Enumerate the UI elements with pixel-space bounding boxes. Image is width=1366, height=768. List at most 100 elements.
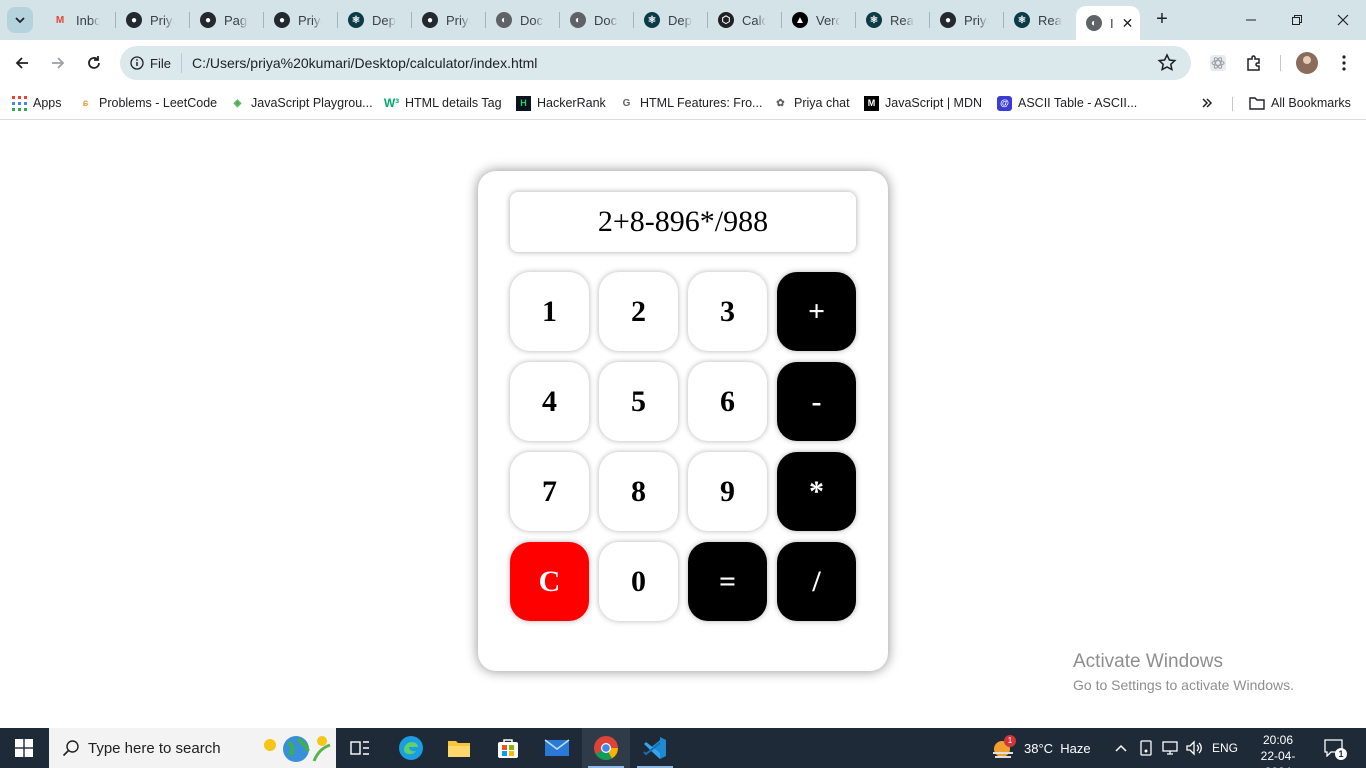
github-icon: ● bbox=[940, 12, 956, 28]
tab-10[interactable]: ▲ Vercel bbox=[782, 6, 854, 34]
taskbar-mail[interactable] bbox=[533, 728, 581, 768]
key-digit-8-button[interactable]: 8 bbox=[599, 452, 678, 531]
reload-button[interactable] bbox=[80, 49, 108, 77]
arrow-right-icon bbox=[52, 57, 65, 69]
tab-0[interactable]: M Inbox bbox=[42, 6, 114, 34]
key-minus-button[interactable]: - bbox=[777, 362, 856, 441]
bookmark-html-features[interactable]: G HTML Features: Fro... bbox=[619, 93, 763, 113]
bookmark-ascii-table[interactable]: @ ASCII Table - ASCII... bbox=[997, 93, 1137, 113]
taskbar-edge[interactable] bbox=[387, 728, 435, 768]
tab-5[interactable]: ● Priya bbox=[412, 6, 484, 34]
restore-button[interactable] bbox=[1274, 0, 1320, 40]
tab-11[interactable]: ⚛ React bbox=[856, 6, 928, 34]
show-hidden-icons-button[interactable] bbox=[1114, 728, 1128, 768]
extensions-button[interactable] bbox=[1242, 51, 1266, 75]
tab-13[interactable]: ⚛ React bbox=[1004, 6, 1076, 34]
tray-network[interactable] bbox=[1162, 728, 1180, 768]
key-digit-3-button[interactable]: 3 bbox=[688, 272, 767, 351]
close-window-button[interactable] bbox=[1320, 0, 1366, 40]
address-bar[interactable]: File C:/Users/priya%20kumari/Desktop/cal… bbox=[120, 46, 1191, 80]
windows-logo-icon bbox=[15, 739, 33, 757]
tab-2[interactable]: ● Page bbox=[190, 6, 262, 34]
github-icon: ● bbox=[422, 12, 438, 28]
key-digit-9-button[interactable]: 9 bbox=[688, 452, 767, 531]
bookmark-js-playground[interactable]: ◈ JavaScript Playgrou... bbox=[230, 93, 373, 113]
react-devtools-extension[interactable] bbox=[1206, 51, 1230, 75]
key-multiply-button[interactable]: * bbox=[777, 452, 856, 531]
forward-button[interactable] bbox=[44, 49, 72, 77]
earth-day-search-highlight-icon[interactable] bbox=[260, 731, 332, 765]
folder-icon bbox=[448, 741, 470, 757]
browser-menu-button[interactable] bbox=[1332, 51, 1356, 75]
key-clear-button[interactable]: C bbox=[510, 542, 589, 621]
key-digit-6-button[interactable]: 6 bbox=[688, 362, 767, 441]
tab-search-button[interactable] bbox=[7, 7, 33, 33]
weather-badge: 1 bbox=[1004, 735, 1016, 747]
taskbar-vscode[interactable] bbox=[631, 728, 679, 768]
bookmark-html-details[interactable]: W³ HTML details Tag bbox=[384, 93, 502, 113]
tab-7[interactable]: ◐ Docu bbox=[560, 6, 632, 34]
minimize-button[interactable] bbox=[1228, 0, 1274, 40]
key-equals-button[interactable]: = bbox=[688, 542, 767, 621]
mail-icon bbox=[544, 739, 570, 756]
taskbar-store[interactable] bbox=[484, 728, 532, 768]
key-digit-7-button[interactable]: 7 bbox=[510, 452, 589, 531]
playground-icon: ◈ bbox=[233, 97, 242, 109]
bookmark-leetcode[interactable]: ɕ Problems - LeetCode bbox=[78, 93, 217, 113]
watermark-subtitle: Go to Settings to activate Windows. bbox=[1073, 677, 1294, 693]
leetcode-icon: ɕ bbox=[82, 97, 89, 109]
weather-widget[interactable]: 1 38°C Haze bbox=[990, 728, 1091, 768]
all-bookmarks-label: All Bookmarks bbox=[1271, 96, 1351, 110]
key-digit-5-button[interactable]: 5 bbox=[599, 362, 678, 441]
globe-icon: ◐ bbox=[496, 12, 512, 28]
taskbar-file-explorer[interactable] bbox=[435, 728, 483, 768]
bookmark-mdn[interactable]: M JavaScript | MDN bbox=[864, 93, 982, 113]
react-extension-icon bbox=[1210, 55, 1226, 71]
site-info-chip[interactable]: File bbox=[130, 53, 182, 73]
new-tab-button[interactable]: + bbox=[1150, 8, 1174, 32]
back-button[interactable] bbox=[8, 49, 36, 77]
clock-time: 20:06 bbox=[1262, 733, 1294, 747]
all-bookmarks-button[interactable]: All Bookmarks bbox=[1249, 93, 1351, 113]
tab-1[interactable]: ● Priya bbox=[116, 6, 188, 34]
apps-grid-icon bbox=[12, 95, 27, 111]
tab-6[interactable]: ◐ Docu bbox=[486, 6, 558, 34]
calculator-display[interactable]: 2+8-896*/988 bbox=[510, 192, 856, 252]
tab-8[interactable]: ⚛ Deploy bbox=[634, 6, 706, 34]
bookmark-label: HTML Features: Fro... bbox=[640, 96, 763, 110]
watermark-title: Activate Windows bbox=[1073, 651, 1223, 672]
taskbar-search-box[interactable]: Type here to search bbox=[49, 728, 336, 768]
tab-4[interactable]: ⚛ Deploy bbox=[338, 6, 410, 34]
task-view-button[interactable] bbox=[336, 728, 384, 768]
key-digit-0-button[interactable]: 0 bbox=[599, 542, 678, 621]
tab-active[interactable]: ◐ I ✕ bbox=[1076, 6, 1140, 40]
bookmark-star-icon[interactable] bbox=[1157, 53, 1177, 73]
taskbar-chrome[interactable] bbox=[582, 728, 630, 768]
mdn-icon: M bbox=[864, 95, 879, 111]
tray-device[interactable] bbox=[1139, 728, 1153, 768]
bookmark-hackerrank[interactable]: H HackerRank bbox=[516, 93, 606, 113]
clock-date: 22-04-2024 bbox=[1260, 749, 1296, 768]
bookmarks-overflow-button[interactable] bbox=[1201, 93, 1213, 113]
taskbar-clock[interactable]: 20:06 22-04-2024 bbox=[1250, 732, 1306, 768]
language-indicator[interactable]: ENG bbox=[1212, 728, 1238, 768]
bookmark-apps[interactable]: Apps bbox=[12, 93, 62, 113]
key-plus-button[interactable]: + bbox=[777, 272, 856, 351]
start-button[interactable] bbox=[0, 728, 48, 768]
key-digit-2-button[interactable]: 2 bbox=[599, 272, 678, 351]
arrow-left-icon bbox=[15, 57, 28, 69]
profile-avatar[interactable] bbox=[1296, 52, 1318, 74]
tab-12[interactable]: ● Priya bbox=[930, 6, 1002, 34]
tray-volume[interactable] bbox=[1186, 728, 1204, 768]
toolbar-divider bbox=[1280, 55, 1281, 71]
bookmark-priya-chat[interactable]: ✿ Priya chat bbox=[773, 93, 849, 113]
tab-9[interactable]: ⬡ Calcu bbox=[708, 6, 780, 34]
action-center-button[interactable]: 1 bbox=[1324, 728, 1347, 768]
key-digit-4-button[interactable]: 4 bbox=[510, 362, 589, 441]
key-digit-1-button[interactable]: 1 bbox=[510, 272, 589, 351]
key-divide-button[interactable]: / bbox=[777, 542, 856, 621]
task-view-icon bbox=[350, 741, 369, 755]
url-text[interactable]: C:/Users/priya%20kumari/Desktop/calculat… bbox=[192, 55, 537, 71]
tab-3[interactable]: ● Priya bbox=[264, 6, 336, 34]
close-tab-icon[interactable]: ✕ bbox=[1122, 15, 1134, 32]
